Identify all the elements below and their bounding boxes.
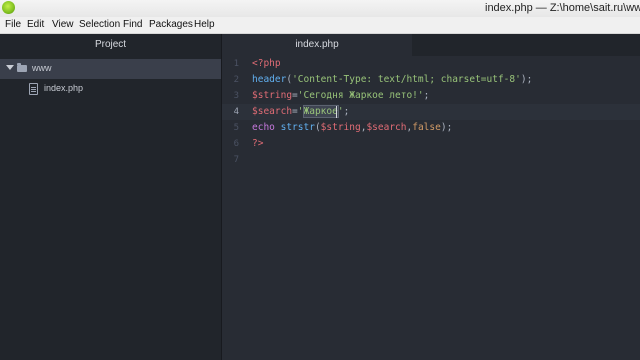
line-number: 3 xyxy=(233,91,239,101)
file-icon xyxy=(29,83,38,95)
line-number: 6 xyxy=(233,139,239,149)
code-token: false xyxy=(412,122,441,133)
code-token: ; xyxy=(423,90,430,101)
atom-app-icon xyxy=(2,1,15,14)
line-number: 4 xyxy=(233,107,239,117)
line-number: 2 xyxy=(233,75,239,85)
menu-file[interactable]: File xyxy=(5,19,21,30)
code-token: $search xyxy=(366,122,407,133)
menu-help[interactable]: Help xyxy=(194,19,215,30)
code-token: strstr xyxy=(280,122,315,133)
code-token: ); xyxy=(440,122,453,133)
window-title: index.php — Z:\home\sait.ru\www xyxy=(485,2,640,14)
code-token: ?> xyxy=(252,138,264,149)
code-token: 'Сегодня Жаркое лето!' xyxy=(297,90,424,101)
tab-index-php[interactable]: index.php xyxy=(222,34,412,56)
code-token: Жаркое xyxy=(302,105,339,118)
tab-bar: index.php xyxy=(222,34,640,56)
code-token: 'Content-Type: text/html; charset=utf-8' xyxy=(292,74,521,85)
code-token: $string xyxy=(320,122,361,133)
menu-edit[interactable]: Edit xyxy=(27,19,44,30)
menu-find[interactable]: Find xyxy=(123,19,142,30)
code-token: <?php xyxy=(252,58,281,69)
line-number: 5 xyxy=(233,123,239,133)
tree-folder-www[interactable]: www xyxy=(0,59,221,79)
text-cursor xyxy=(336,106,337,118)
code-line[interactable]: echo strstr($string,$search,false); xyxy=(252,122,452,133)
code-line[interactable]: header('Content-Type: text/html; charset… xyxy=(252,74,532,85)
menu-view[interactable]: View xyxy=(52,19,74,30)
code-token: header xyxy=(252,74,287,85)
code-token: ' xyxy=(297,106,304,117)
tree-folder-label: www xyxy=(32,63,52,73)
menu-packages[interactable]: Packages xyxy=(149,19,193,30)
line-number: 7 xyxy=(233,155,239,165)
title-bar: index.php — Z:\home\sait.ru\www xyxy=(0,0,640,17)
tab-label: index.php xyxy=(295,39,339,50)
menu-bar: File Edit View Selection Find Packages H… xyxy=(0,17,640,34)
code-editor[interactable]: 1 2 3 4 5 6 7 <?php header('Content-Type: text/… xyxy=(222,56,640,360)
sidebar-header: Project xyxy=(0,34,221,57)
sidebar-title: Project xyxy=(94,39,127,50)
code-token: $string xyxy=(252,90,293,101)
folder-icon xyxy=(17,63,27,72)
code-token: $search xyxy=(252,106,293,117)
code-token: ; xyxy=(343,106,350,117)
menu-selection[interactable]: Selection xyxy=(79,19,120,30)
code-line[interactable]: $string='Сегодня Жаркое лето!'; xyxy=(252,90,429,101)
code-line[interactable]: ?> xyxy=(252,138,263,149)
code-line[interactable]: $search='Жаркое'; xyxy=(252,105,350,118)
line-number: 1 xyxy=(233,59,239,69)
project-sidebar: Project www index.php xyxy=(0,34,221,360)
tree-file-label: index.php xyxy=(44,83,84,93)
code-token: echo xyxy=(252,122,281,133)
tree-file-index-php[interactable]: index.php xyxy=(0,79,221,99)
code-line[interactable]: <?php xyxy=(252,58,281,69)
code-token: ); xyxy=(520,74,533,85)
chevron-down-icon[interactable] xyxy=(6,65,14,70)
